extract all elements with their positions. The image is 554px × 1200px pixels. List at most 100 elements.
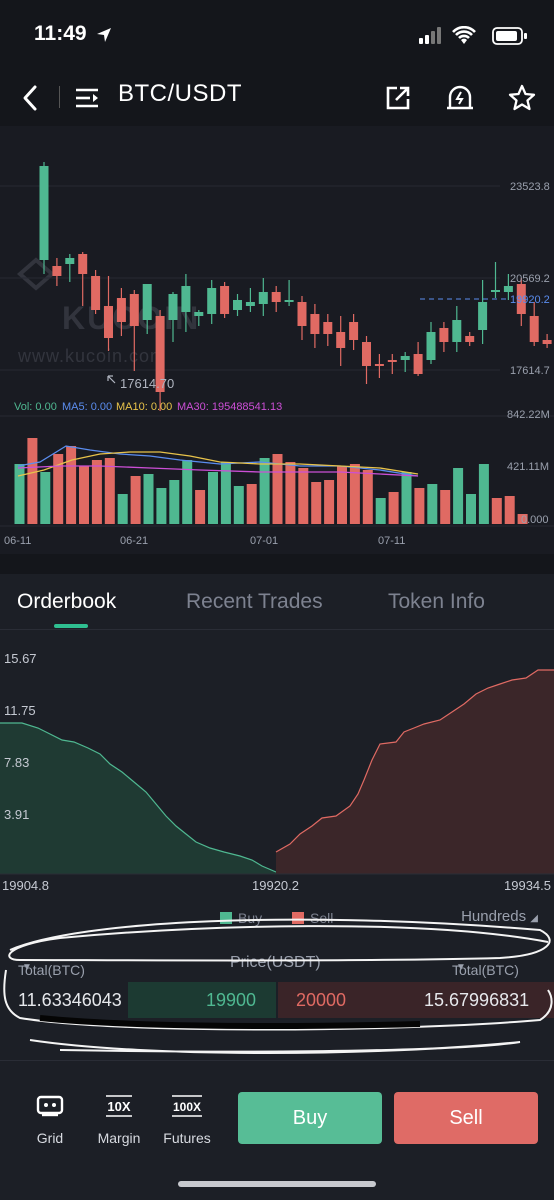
candle-body [542,340,552,344]
candle-body [65,258,75,264]
candle-body [168,294,178,320]
low-marker-arrow-icon [107,375,116,384]
alert-bell-icon [447,85,473,110]
candle-body [233,300,242,310]
volume-bar [285,462,296,524]
date-label-2: 06-21 [120,535,148,547]
volume-bar [388,492,399,524]
volume-bars [14,438,528,524]
signal-icon [419,27,441,44]
candle-body [336,332,346,348]
grid-bot-icon [36,1095,64,1117]
ma5-indicator: MA5: 0.00 [62,401,112,413]
candle-body [91,276,101,310]
share-button[interactable] [380,80,416,116]
kline-svg: KUCOIN www.kucoin.com 19920.2 17614.70 2… [0,162,554,547]
nav-separator [59,86,60,108]
section-divider [0,554,554,574]
home-indicator [178,1181,376,1187]
margin-button[interactable]: 10X Margin [89,1093,149,1146]
candle-body [271,292,281,302]
buy-button[interactable]: Buy [238,1092,382,1144]
bid-price[interactable]: 19900 [206,990,256,1011]
legend-sell-label: Sell [310,910,334,926]
volume-bar [259,458,270,524]
volume-bar [453,468,464,524]
volume-label-low: 0.000 [521,514,549,526]
price-header: Price(USDT) [230,954,321,971]
price-alert-button[interactable] [442,80,478,116]
vol-indicator: Vol: 0.00 [14,401,57,413]
low-marker-label: 17614.70 [120,376,174,391]
volume-bar [195,490,206,524]
bid-depth-area [0,723,276,874]
depth-svg: 15.67 11.75 7.83 3.91 19904.8 19920.2 19… [0,651,554,893]
volume-bar [79,466,89,524]
watermark-url: www.kucoin.com [17,346,166,366]
grid-trading-button[interactable]: Grid [20,1093,80,1146]
pair-list-button[interactable] [70,80,106,116]
tab-recent-trades[interactable]: Recent Trades [186,590,323,614]
date-label-4: 07-11 [378,535,405,547]
volume-bar [414,488,425,524]
candle-body [284,300,294,302]
orderbook-row[interactable]: 11.63346043 19900 20000 15.67996831 [0,982,554,1018]
ask-price[interactable]: 20000 [296,990,346,1011]
ma30-indicator: MA30: 195488541.13 [177,401,282,413]
current-price-label: 19920.2 [510,294,550,306]
volume-bar [66,446,77,524]
volume-label-mid: 421.11M [507,461,549,473]
candle-body [39,166,49,260]
volume-bar [233,486,244,524]
depth-chart[interactable]: 15.67 11.75 7.83 3.91 19904.8 19920.2 19… [0,630,554,910]
candle-body [78,254,88,274]
volume-bar [401,472,412,524]
candle-body [310,314,320,334]
futures-button[interactable]: 100X Futures [157,1093,217,1146]
tab-token-info[interactable]: Token Info [388,590,485,614]
volume-bar [156,488,167,524]
candle-body [362,342,371,366]
depth-legend: Buy Sell Hundreds ◢ [0,908,554,930]
candle-body [413,354,423,374]
candle-body [194,312,204,316]
candle-body [529,316,539,342]
candle-body [207,288,217,314]
precision-dropdown[interactable]: Hundreds ◢ [461,908,538,925]
volume-bar [117,494,128,524]
triangle-down-icon: ◢ [530,913,538,924]
date-label-3: 07-01 [250,535,278,547]
legend-buy-label: Buy [238,910,263,926]
back-button[interactable] [12,80,48,116]
list-menu-icon [76,88,98,108]
depth-y-label-4: 3.91 [4,807,29,822]
candle-body [116,298,126,322]
volume-bar [169,480,180,524]
star-icon [508,84,536,111]
candle-body [104,306,113,338]
bid-total: 11.63346043 [18,990,122,1010]
sell-button[interactable]: Sell [394,1092,538,1144]
candle-body [181,286,191,312]
location-arrow-icon [97,28,111,42]
nav-bar: BTC/USDT [0,70,554,126]
kline-chart[interactable]: KUCOIN www.kucoin.com 19920.2 17614.70 2… [0,126,554,554]
volume-bar [466,494,476,524]
candle-body [387,360,397,362]
status-time: 11:49 [34,22,87,45]
depth-x-label-1: 19904.8 [2,878,49,893]
favorite-button[interactable] [504,80,540,116]
tab-orderbook[interactable]: Orderbook [17,590,116,614]
grid-label: Grid [36,1130,64,1146]
candle-body [400,356,410,360]
pair-title[interactable]: BTC/USDT [118,80,242,108]
date-label-1: 06-11 [4,535,31,547]
market-tabs: Orderbook Recent Trades Token Info [0,574,554,630]
candle-body [503,286,513,292]
volume-bar [143,474,154,524]
volume-bar [440,490,451,524]
candle-body [478,302,488,330]
volume-bar [246,484,257,524]
candle-body [426,332,436,360]
depth-y-label-2: 11.75 [4,703,36,718]
